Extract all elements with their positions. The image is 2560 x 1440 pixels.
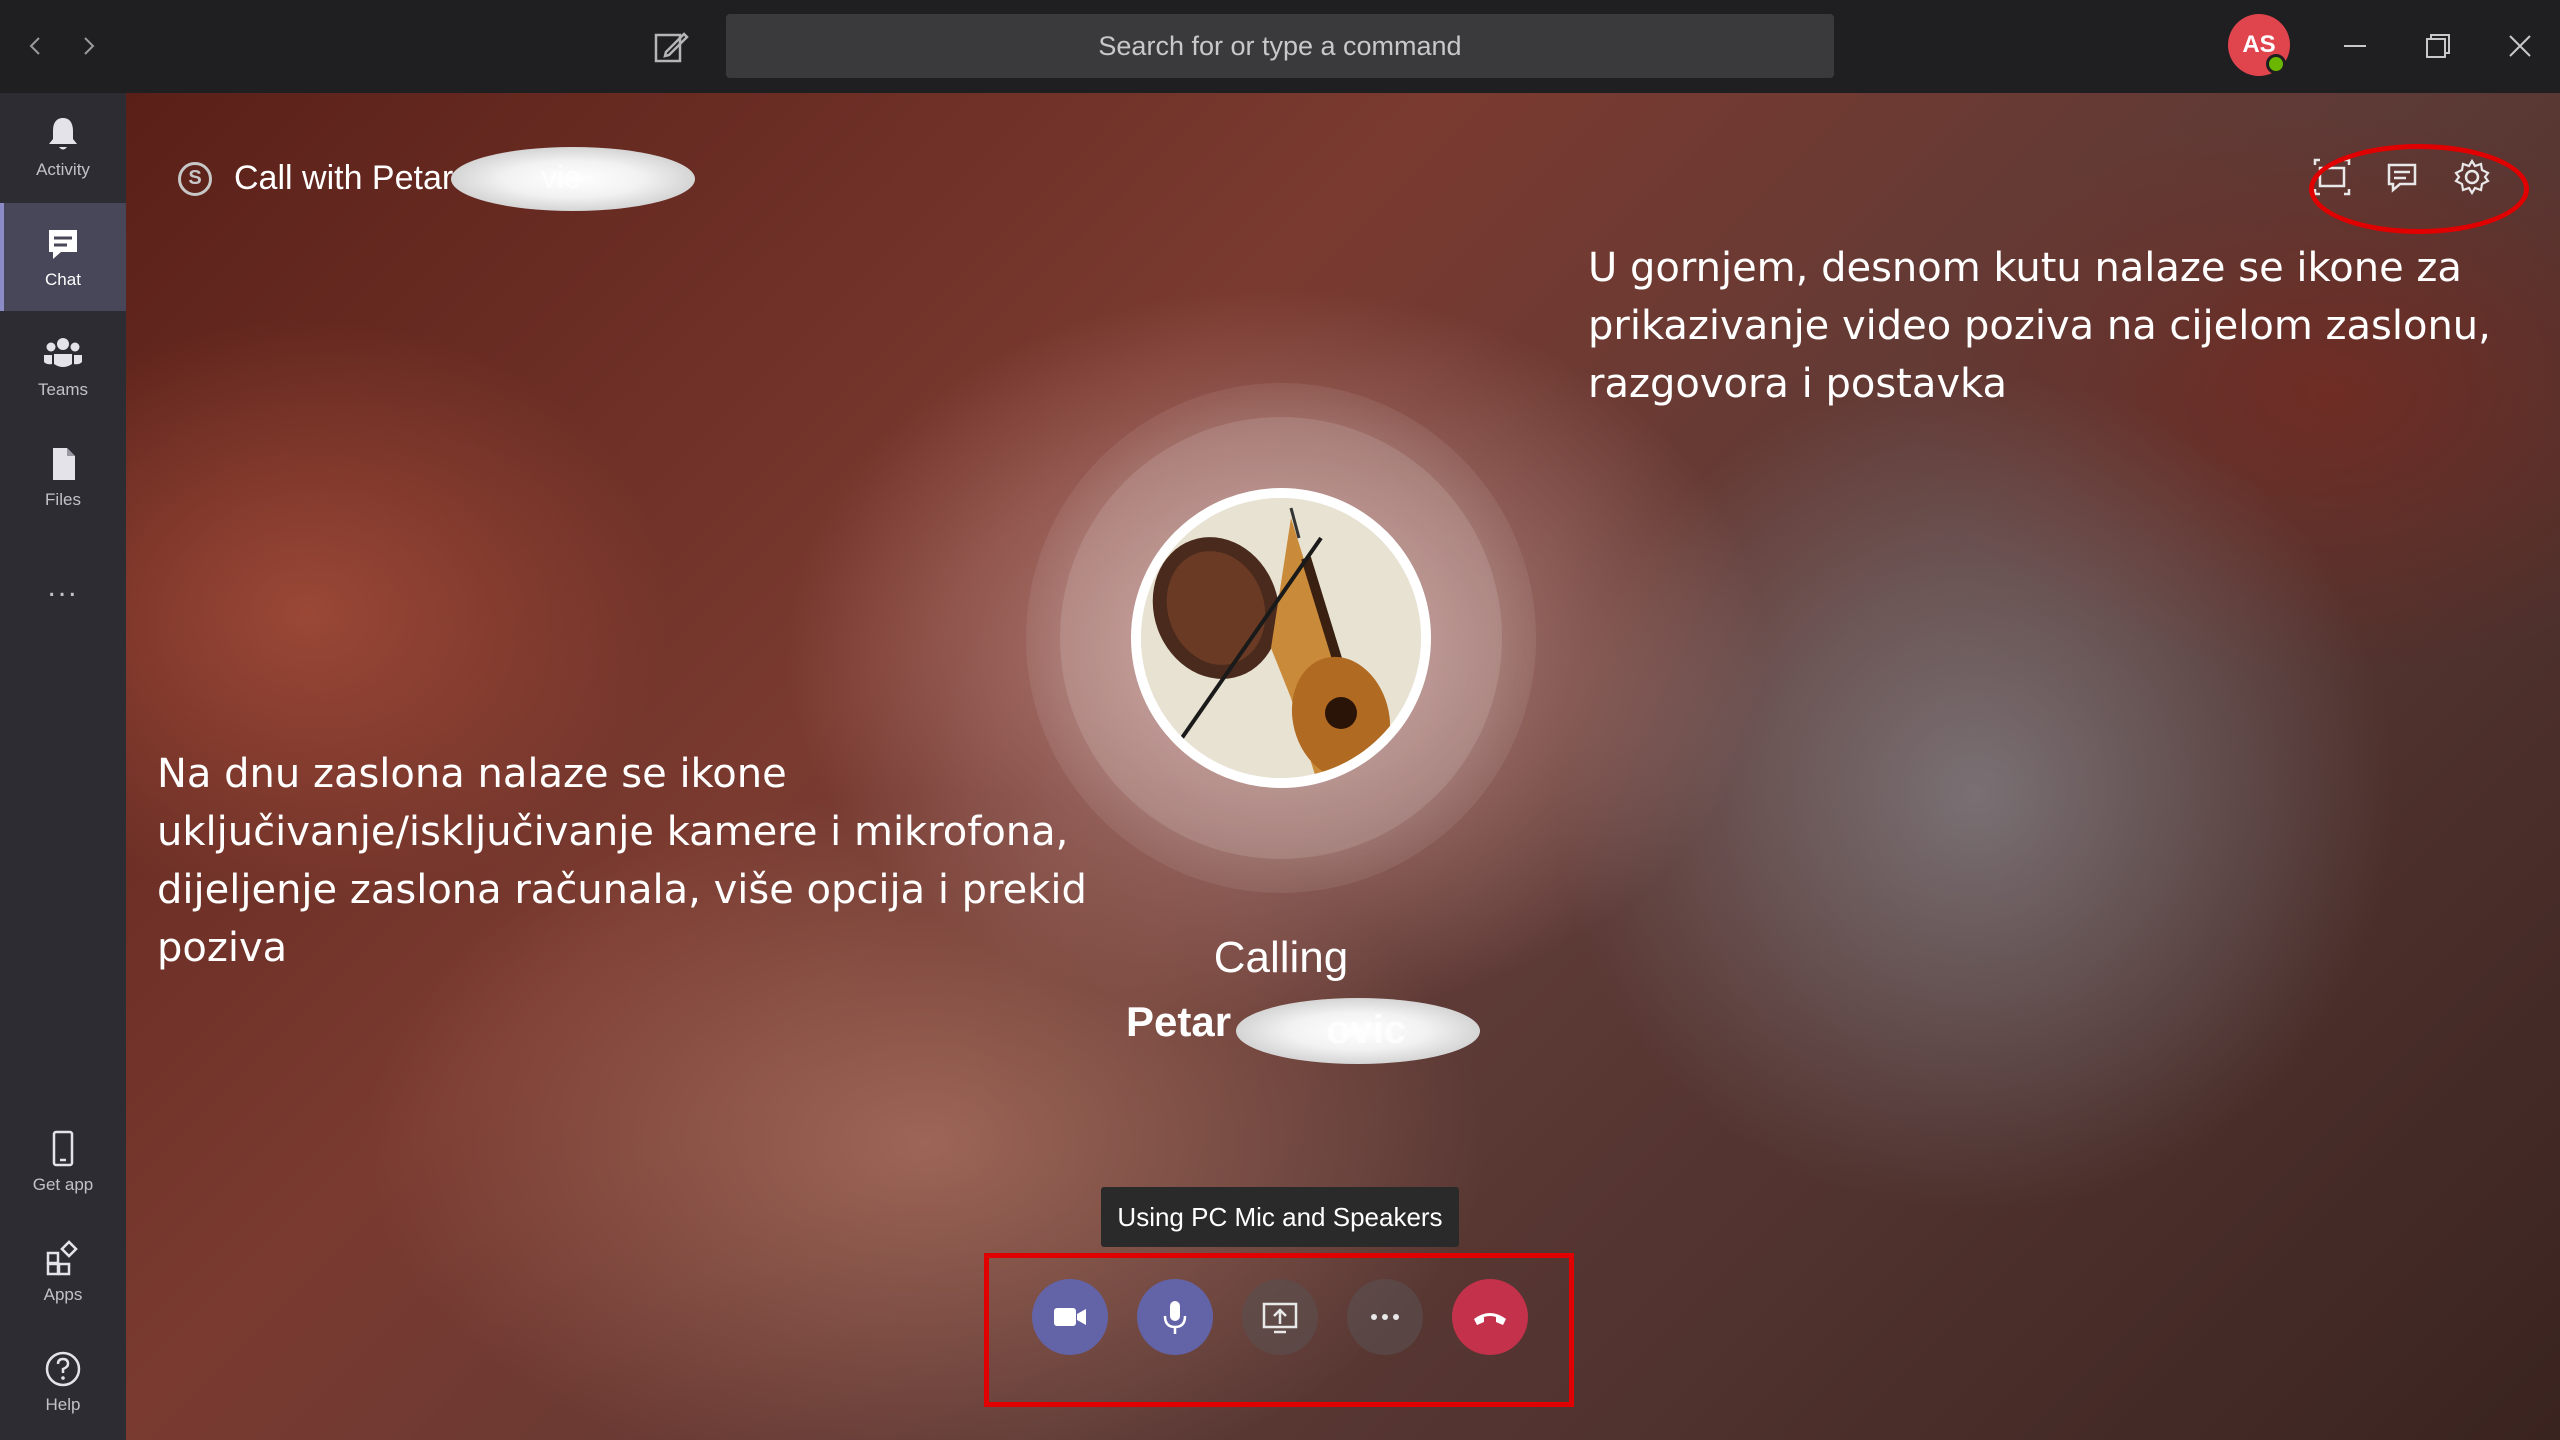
annotation-bottom-left: Na dnu zaslona nalaze se ikone uključiva…	[157, 751, 1087, 971]
more-options-button[interactable]	[1347, 1279, 1423, 1355]
rail-label: Apps	[43, 1285, 83, 1304]
more-icon	[1371, 1314, 1399, 1320]
more-icon: ...	[47, 570, 79, 603]
share-screen-button[interactable]	[1242, 1279, 1318, 1355]
rail-label: Teams	[37, 380, 89, 399]
rail-item-more[interactable]: ...	[0, 533, 126, 641]
rail-item-chat[interactable]: Chat	[0, 203, 126, 311]
rail-item-apps[interactable]: Apps	[0, 1218, 126, 1326]
phone-icon	[52, 1130, 74, 1167]
search-input[interactable]: Search for or type a command	[726, 14, 1834, 78]
hang-up-button[interactable]	[1452, 1279, 1528, 1355]
rail-label: Activity	[36, 160, 90, 179]
teams-icon	[44, 338, 82, 367]
call-status: Calling	[1213, 933, 1349, 982]
rail-label: Chat	[45, 270, 81, 289]
rail-item-get-app[interactable]: Get app	[0, 1108, 126, 1216]
device-tooltip: Using PC Mic and Speakers	[1101, 1187, 1459, 1247]
rail-item-files[interactable]: Files	[0, 423, 126, 531]
callee-name: Petar	[1126, 998, 1232, 1045]
chat-icon	[49, 230, 77, 259]
annotation-top-right: U gornjem, desnom kutu nalaze se ikone z…	[1588, 245, 2491, 407]
forward-arrow-icon[interactable]	[64, 22, 112, 70]
close-icon[interactable]	[2494, 20, 2546, 72]
call-header: S Call with Petar	[178, 159, 453, 198]
files-icon	[53, 448, 75, 480]
back-arrow-icon[interactable]	[12, 22, 60, 70]
apps-icon	[46, 1240, 78, 1276]
camera-icon	[1054, 1308, 1086, 1326]
callee-avatar	[1131, 488, 1431, 788]
share-screen-icon	[1262, 1302, 1298, 1334]
minimize-icon[interactable]	[2329, 20, 2381, 72]
compose-icon[interactable]	[650, 26, 692, 68]
call-title: Call with Petar	[234, 159, 454, 197]
microphone-icon	[1163, 1301, 1187, 1334]
title-bar: Search for or type a command AS	[0, 0, 2560, 93]
redacted-text: ovic	[1326, 1008, 1407, 1052]
rail-label: Files	[45, 490, 81, 509]
bell-icon	[49, 118, 77, 150]
rail-item-activity[interactable]: Activity	[0, 93, 126, 201]
annotation-highlight-ellipse	[2309, 144, 2529, 234]
rail-label: Help	[45, 1395, 81, 1414]
hang-up-icon	[1474, 1313, 1506, 1325]
restore-icon[interactable]	[2412, 20, 2464, 72]
callee-avatar-rings	[1026, 383, 1536, 893]
mic-toggle-button[interactable]	[1137, 1279, 1213, 1355]
presence-status-icon	[2266, 54, 2286, 74]
redaction-blob: vic	[451, 147, 695, 211]
help-icon	[45, 1351, 81, 1387]
rail-item-teams[interactable]: Teams	[0, 313, 126, 421]
call-stage: S Call with Petar vic U gornjem, desnom …	[126, 93, 2560, 1440]
redacted-text: vic	[541, 159, 581, 195]
redaction-blob: ovic	[1236, 998, 1480, 1064]
camera-toggle-button[interactable]	[1032, 1279, 1108, 1355]
rail-item-help[interactable]: Help	[0, 1328, 126, 1436]
skype-icon: S	[178, 161, 212, 196]
app-rail: Activity Chat Teams Files ... Get app Ap…	[0, 93, 126, 1440]
rail-label: Get app	[32, 1175, 94, 1194]
